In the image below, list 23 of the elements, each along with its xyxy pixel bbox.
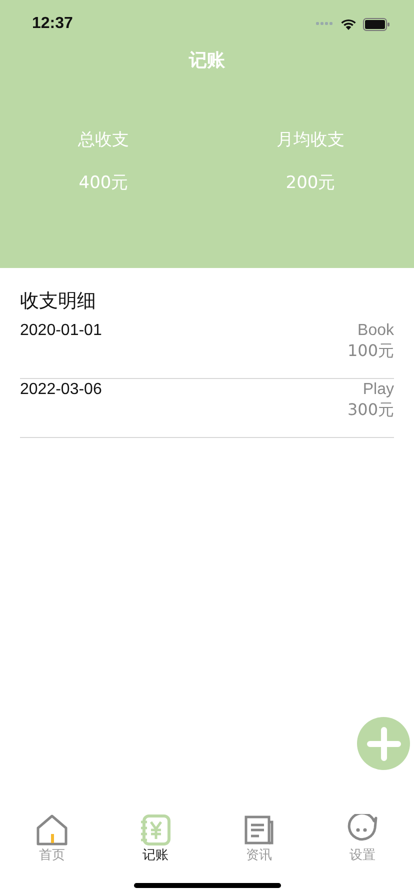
tab[interactable]: 首页 xyxy=(36,800,68,864)
page-title: 记账 xyxy=(188,49,226,72)
yen-notebook-icon xyxy=(139,814,172,846)
wifi-icon xyxy=(340,18,357,30)
stat-value: 400元 xyxy=(78,172,128,194)
record-category: Book xyxy=(358,322,394,340)
record-date: 2020-01-01 xyxy=(20,322,102,341)
stat-label: 总收支 xyxy=(78,129,129,151)
stat-label: 月均收支 xyxy=(276,129,344,151)
record-category: Play xyxy=(362,381,394,399)
record-date: 2022-03-06 xyxy=(20,381,102,400)
signal-icon xyxy=(316,22,334,26)
record-amount: 300元 xyxy=(347,400,394,421)
stat-value: 200元 xyxy=(286,172,336,194)
tab[interactable]: 资讯 xyxy=(242,800,275,864)
status-time: 12:37 xyxy=(32,15,73,33)
newspaper-icon xyxy=(242,814,275,846)
house-icon xyxy=(36,814,68,846)
tab[interactable]: 设置 xyxy=(346,800,378,864)
battery-icon xyxy=(363,18,390,30)
record-amount: 100元 xyxy=(347,341,394,362)
section-title: 收支明细 xyxy=(20,289,97,314)
tab[interactable]: 记账 xyxy=(139,800,172,864)
